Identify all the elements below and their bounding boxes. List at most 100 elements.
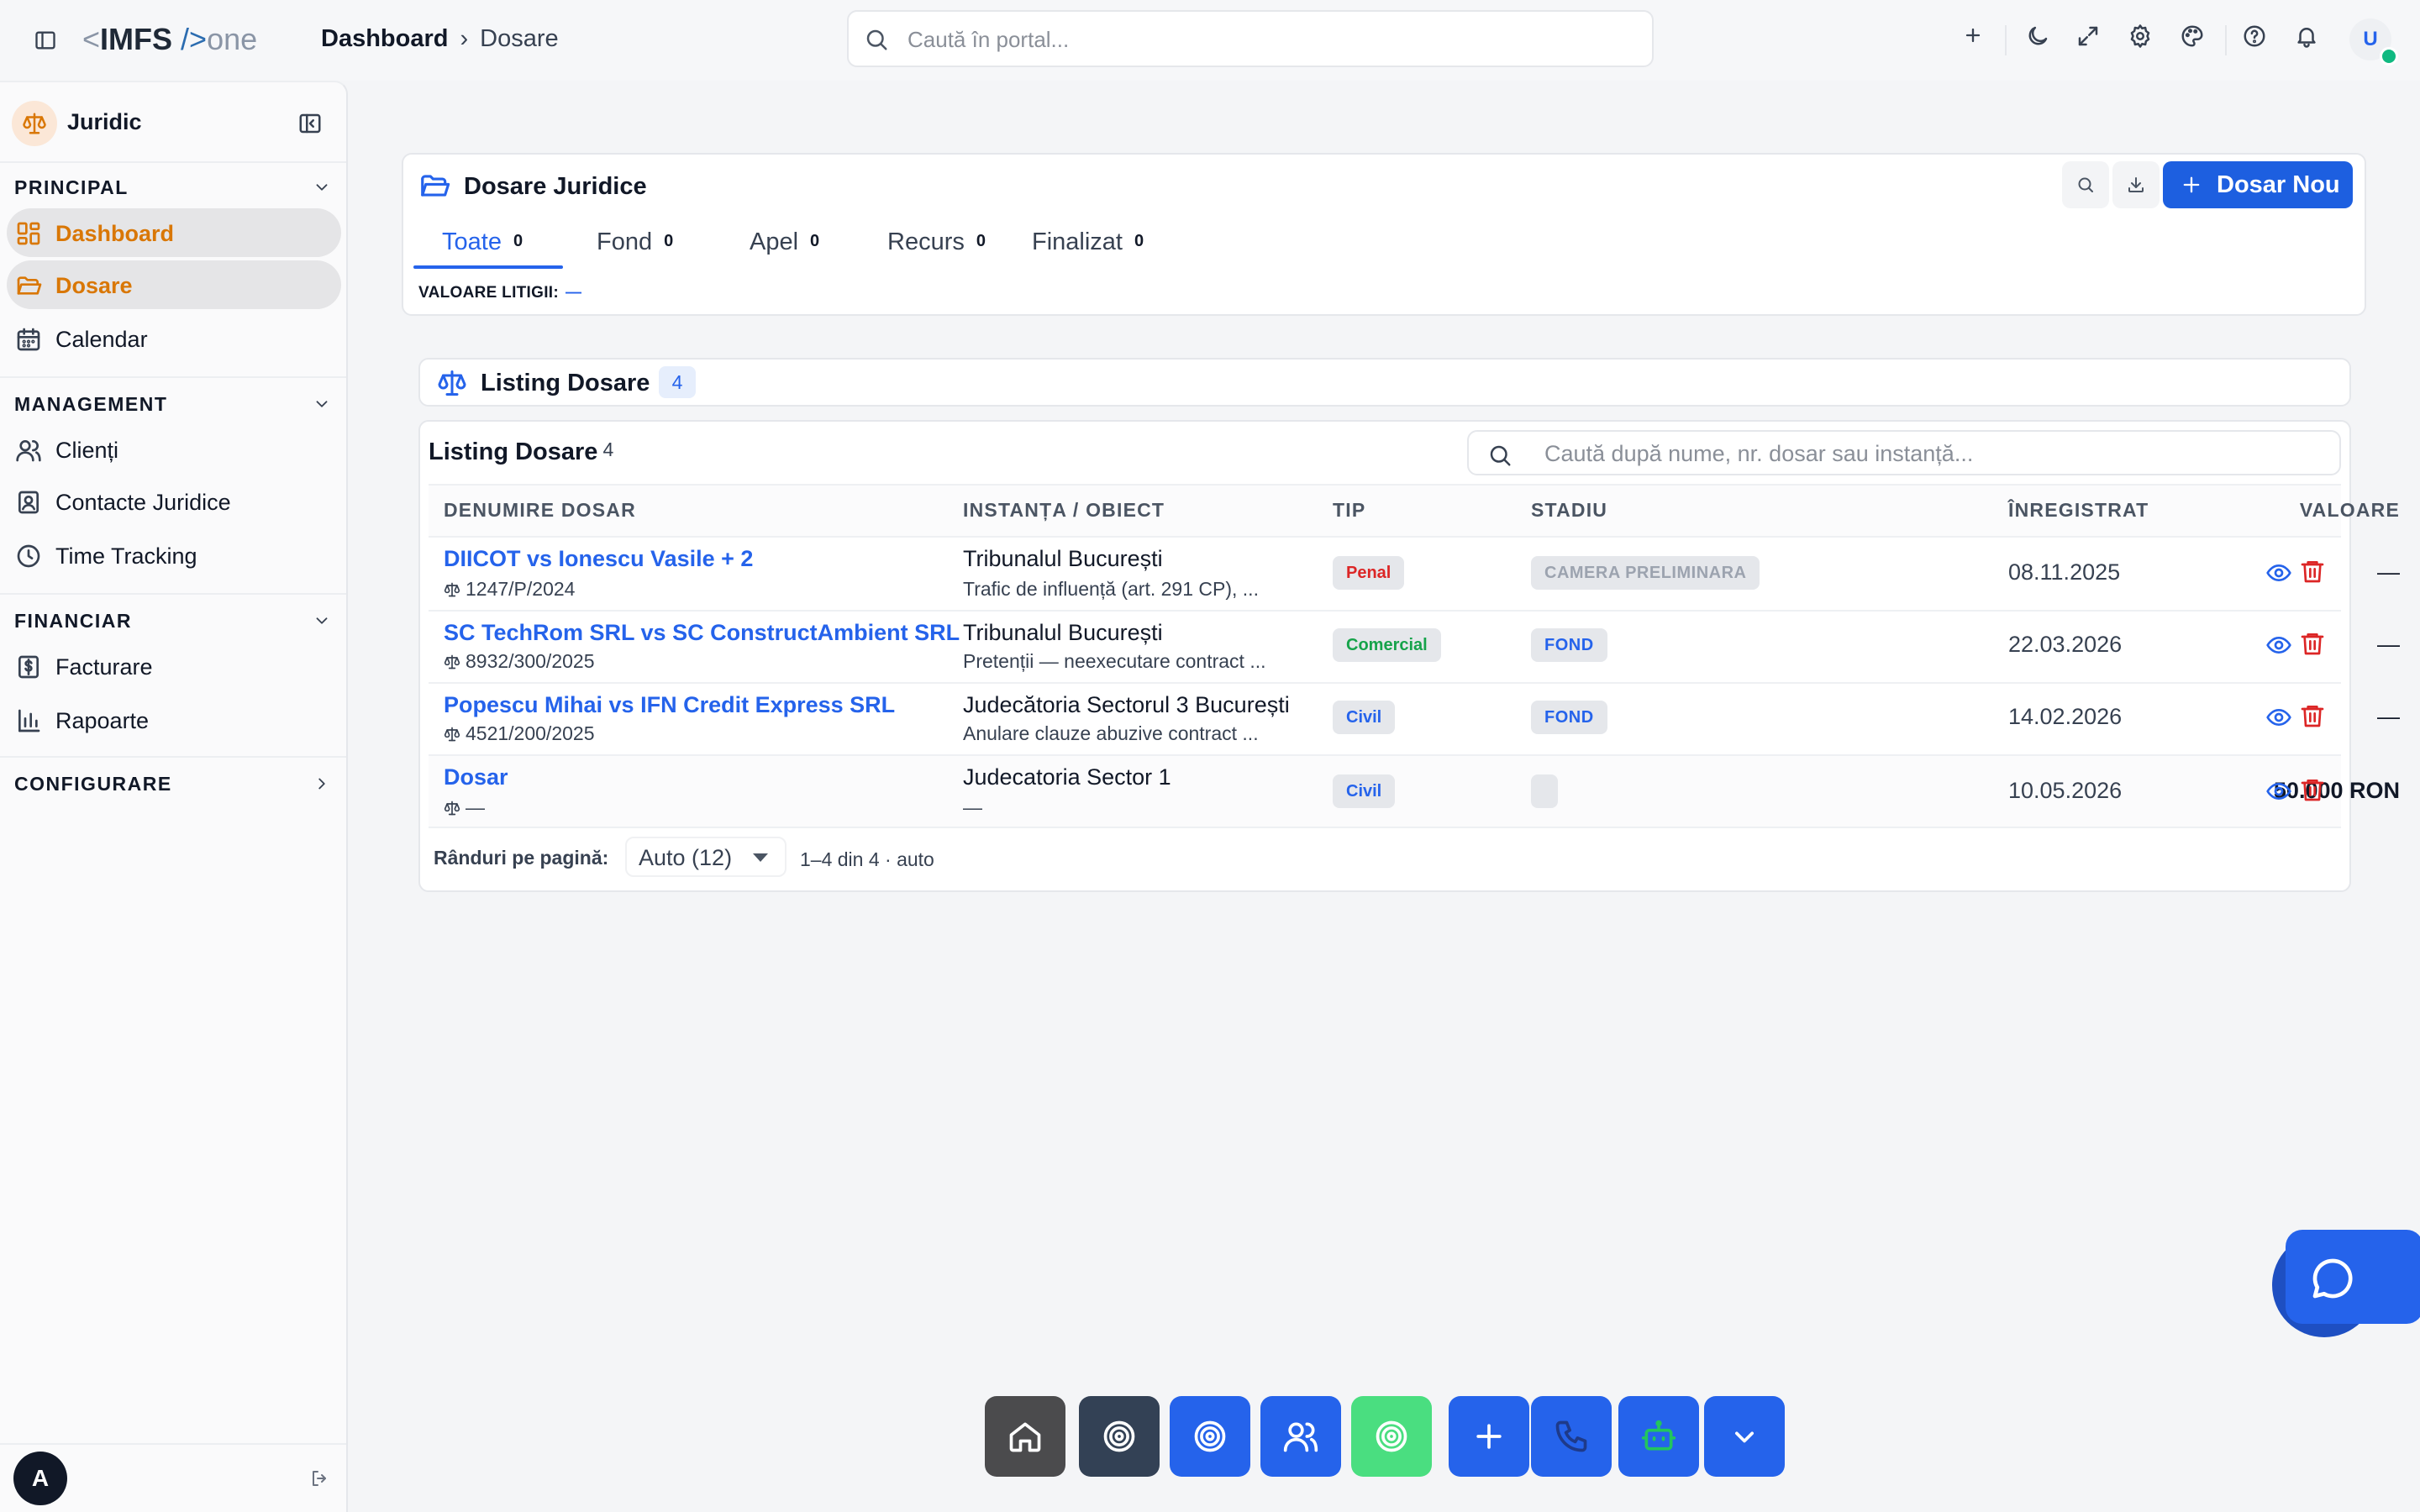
dock-target-button[interactable] [1170, 1396, 1250, 1477]
portal-search-input[interactable] [906, 24, 1632, 55]
logo-suffix: one [207, 22, 258, 56]
tab-fond[interactable]: Fond 0 [597, 228, 673, 270]
dosar-number: — [444, 796, 485, 819]
type-badge: Civil [1333, 774, 1396, 808]
column-header-tip[interactable]: TIP [1333, 499, 1365, 522]
listing-header-card: Listing Dosare 4 [418, 358, 2351, 407]
listing-title: Listing Dosare [481, 370, 650, 396]
section-configurare[interactable]: CONFIGURARE [14, 773, 172, 795]
column-header-instanta[interactable]: INSTANȚA / OBIECT [963, 499, 1165, 522]
search-button[interactable] [2062, 161, 2109, 208]
pagination-info: 1–4 din 4 · auto [800, 848, 934, 870]
sidebar-item-facturare[interactable]: Facturare [7, 642, 341, 690]
fullscreen-icon[interactable] [2075, 24, 2101, 49]
tab-count: 0 [1134, 232, 1144, 250]
app-logo[interactable]: <IMFS />one [82, 22, 257, 57]
dock-add-button[interactable] [1449, 1396, 1529, 1477]
view-icon[interactable] [2265, 704, 2292, 731]
section-financiar[interactable]: FINANCIAR [14, 610, 132, 633]
logout-icon[interactable] [309, 1468, 329, 1488]
dark-mode-icon[interactable] [2025, 24, 2050, 49]
dock-users-button[interactable] [1260, 1396, 1341, 1477]
column-header-stadiu[interactable]: STADIU [1531, 499, 1607, 522]
dosar-name-link[interactable]: DIICOT vs Ionescu Vasile + 2 [444, 546, 753, 572]
dock-target-button[interactable] [1351, 1396, 1432, 1477]
add-icon[interactable] [1961, 24, 1985, 47]
folder-open-icon [15, 272, 42, 299]
breadcrumb-root[interactable]: Dashboard [321, 25, 448, 52]
sidebar-item-calendar[interactable]: Calendar [7, 314, 341, 363]
dock-home-button[interactable] [985, 1396, 1065, 1477]
column-header-denumire[interactable]: DENUMIRE DOSAR [444, 499, 636, 522]
view-icon[interactable] [2265, 632, 2292, 659]
dosar-number: 4521/200/2025 [444, 722, 595, 745]
top-bar: <IMFS />one Dashboard›Dosare U [0, 0, 2420, 81]
table-search-input[interactable] [1543, 439, 2319, 468]
palette-icon[interactable] [2180, 24, 2205, 49]
dosar-name-link[interactable]: Dosar [444, 764, 508, 790]
tab-toate[interactable]: Toate 0 [442, 228, 523, 270]
dock-bot-button[interactable] [1618, 1396, 1699, 1477]
collapse-sidebar-icon[interactable] [297, 111, 323, 136]
tab-finalizat[interactable]: Finalizat 0 [1032, 228, 1144, 270]
settings-icon[interactable] [2128, 24, 2153, 49]
breadcrumb-separator: › [460, 25, 469, 52]
sidebar: Juridic PRINCIPAL Dashboard Dosare Calen… [0, 81, 348, 1512]
sidebar-item-dashboard[interactable]: Dashboard [7, 208, 341, 257]
sidebar-item-dosare[interactable]: Dosare [7, 260, 341, 309]
dock-more-button[interactable] [1704, 1396, 1785, 1477]
new-dosar-button[interactable]: Dosar Nou [2163, 161, 2353, 208]
notifications-icon[interactable] [2294, 24, 2319, 49]
chevron-down-icon[interactable] [313, 395, 331, 413]
dock-target-button[interactable] [1079, 1396, 1160, 1477]
delete-icon[interactable] [2299, 558, 2326, 585]
case-object: — [963, 796, 982, 818]
contact-card-icon [15, 489, 42, 516]
table-count: 4 [602, 438, 614, 460]
litigation-value-label: VALOARE LITIGII: [418, 284, 559, 302]
delete-icon[interactable] [2299, 702, 2326, 729]
search-icon [864, 27, 889, 52]
column-header-inregistrat[interactable]: ÎNREGISTRAT [2008, 499, 2149, 522]
sidebar-item-clienti[interactable]: Clienți [7, 425, 341, 474]
tab-recurs[interactable]: Recurs 0 [887, 228, 986, 270]
instance-name: Tribunalul București [963, 620, 1163, 645]
sidebar-toggle-icon[interactable] [34, 29, 57, 52]
section-management[interactable]: MANAGEMENT [14, 393, 167, 416]
section-principal[interactable]: PRINCIPAL [14, 176, 129, 199]
sidebar-item-label: Dashboard [55, 221, 175, 246]
dosar-number: 1247/P/2024 [444, 578, 575, 601]
sidebar-item-label: Contacte Juridice [55, 490, 231, 515]
chevron-down-icon[interactable] [313, 178, 331, 197]
dosar-number-text: 1247/P/2024 [466, 578, 576, 600]
sidebar-item-contacte-juridice[interactable]: Contacte Juridice [7, 477, 341, 526]
delete-icon[interactable] [2299, 776, 2326, 803]
dosar-name-link[interactable]: SC TechRom SRL vs SC ConstructAmbient SR… [444, 620, 960, 646]
dosar-number-text: 8932/300/2025 [466, 650, 595, 672]
scales-icon [444, 582, 460, 597]
sidebar-item-rapoarte[interactable]: Rapoarte [7, 696, 341, 744]
dock-phone-button[interactable] [1531, 1396, 1612, 1477]
registered-date: 22.03.2026 [2008, 632, 2123, 657]
chevron-down-icon[interactable] [313, 612, 331, 630]
chat-button[interactable] [2286, 1230, 2420, 1324]
table-search[interactable] [1467, 430, 2341, 475]
stage-badge: FOND [1531, 701, 1607, 734]
registered-date: 08.11.2025 [2008, 559, 2121, 585]
sidebar-item-time-tracking[interactable]: Time Tracking [7, 531, 341, 580]
portal-search[interactable] [847, 10, 1654, 67]
rows-per-page-select[interactable]: Auto (12) [625, 837, 786, 877]
instance-name: Tribunalul București [963, 546, 1163, 571]
chevron-right-icon[interactable] [313, 774, 331, 793]
litigation-value: VALOARE LITIGII: — [418, 284, 581, 302]
delete-icon[interactable] [2299, 630, 2326, 657]
view-icon[interactable] [2265, 778, 2292, 805]
dosar-name-link[interactable]: Popescu Mihai vs IFN Credit Express SRL [444, 692, 895, 718]
logo-name: IMFS [100, 22, 173, 56]
help-icon[interactable] [2242, 24, 2267, 49]
view-icon[interactable] [2265, 559, 2292, 586]
type-badge: Civil [1333, 701, 1396, 734]
user-account-avatar[interactable]: A [13, 1452, 67, 1505]
download-button[interactable] [2112, 161, 2160, 208]
tab-apel[interactable]: Apel 0 [750, 228, 819, 270]
